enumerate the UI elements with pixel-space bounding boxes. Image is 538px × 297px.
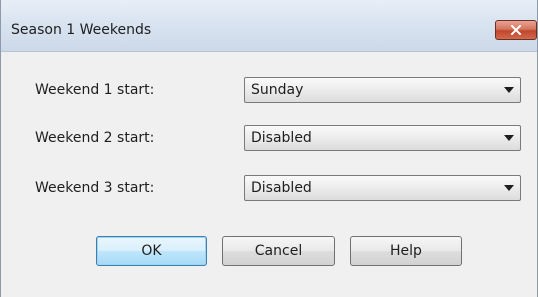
weekend-1-value: Sunday xyxy=(251,82,304,98)
weekend-2-value: Disabled xyxy=(251,130,312,146)
weekend-3-value: Disabled xyxy=(251,180,312,196)
chevron-down-icon xyxy=(504,185,514,191)
title-bar[interactable]: Season 1 Weekends xyxy=(1,0,537,52)
chevron-down-icon xyxy=(504,87,514,93)
weekend-3-label: Weekend 3 start: xyxy=(35,180,155,196)
weekend-2-select[interactable]: Disabled xyxy=(244,125,521,151)
dialog-window: Season 1 Weekends Weekend 1 start: Sunda… xyxy=(0,0,538,297)
weekend-2-label: Weekend 2 start: xyxy=(35,130,155,146)
weekend-1-select[interactable]: Sunday xyxy=(244,77,521,103)
weekend-1-label: Weekend 1 start: xyxy=(35,82,155,98)
cancel-button[interactable]: Cancel xyxy=(222,236,335,266)
help-button[interactable]: Help xyxy=(350,236,462,266)
close-button[interactable] xyxy=(495,20,537,40)
window-title: Season 1 Weekends xyxy=(11,22,152,38)
chevron-down-icon xyxy=(504,135,514,141)
close-icon xyxy=(510,25,522,35)
ok-button[interactable]: OK xyxy=(96,236,207,266)
weekend-3-select[interactable]: Disabled xyxy=(244,175,521,201)
